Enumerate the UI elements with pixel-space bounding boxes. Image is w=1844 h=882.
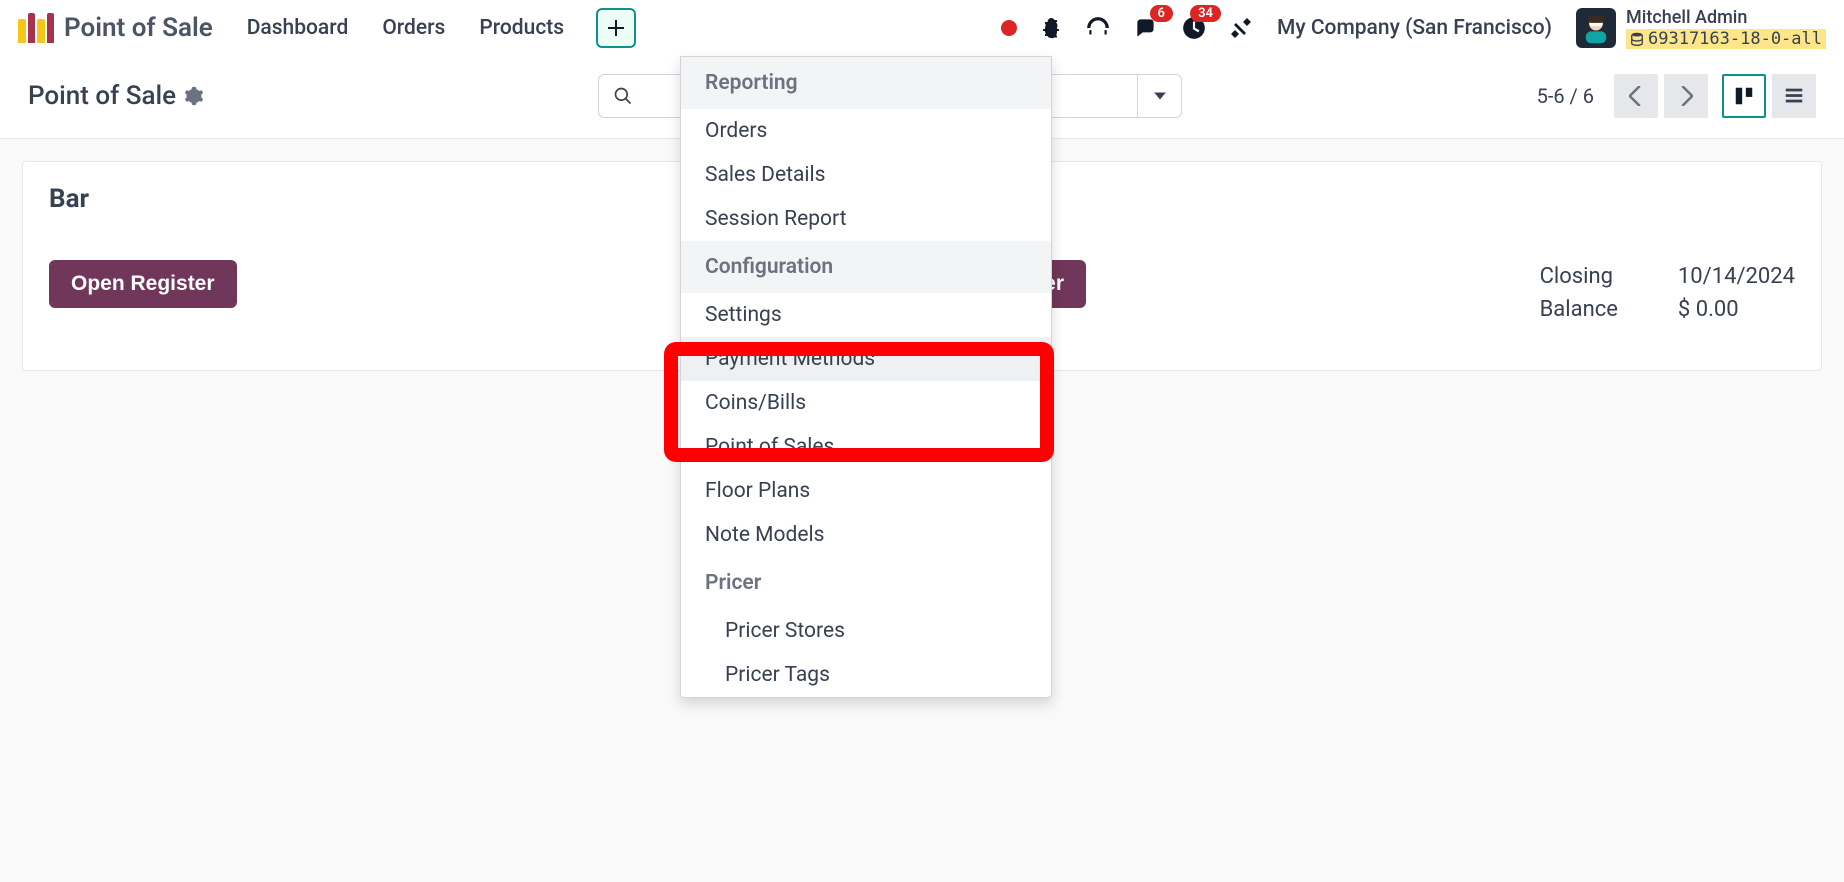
nav-links: Dashboard Orders Products <box>247 16 564 40</box>
tools-icon[interactable] <box>1229 16 1253 40</box>
pager-prev-button[interactable] <box>1614 74 1658 118</box>
menu-item-orders[interactable]: Orders <box>681 109 1051 153</box>
kanban-view-button[interactable] <box>1722 74 1766 118</box>
messaging-badge: 6 <box>1150 5 1173 22</box>
caret-down-icon <box>1153 89 1167 103</box>
balance-amount: $ 0.00 <box>1678 293 1795 326</box>
user-menu[interactable]: Mitchell Admin 69317163-18-0-all <box>1576 7 1826 49</box>
menu-item-floor-plans[interactable]: Floor Plans <box>681 469 1051 513</box>
search-icon <box>613 86 633 106</box>
nav-orders[interactable]: Orders <box>382 16 445 40</box>
messaging-icon[interactable]: 6 <box>1133 15 1159 41</box>
chevron-right-icon <box>1679 86 1693 106</box>
open-register-button[interactable]: Open Register <box>49 260 237 308</box>
kanban-icon <box>1733 85 1755 107</box>
card-stats: Closing Balance 10/14/2024 $ 0.00 <box>1540 260 1795 326</box>
support-icon[interactable] <box>1085 15 1111 41</box>
menu-section-reporting: Reporting <box>681 57 1051 109</box>
menu-section-pricer: Pricer <box>681 557 1051 609</box>
app-logo[interactable] <box>18 13 54 43</box>
menu-item-payment-methods[interactable]: Payment Methods <box>681 337 1051 381</box>
menu-item-note-models[interactable]: Note Models <box>681 513 1051 557</box>
card-title: PoS <box>958 184 1795 214</box>
nav-dashboard[interactable]: Dashboard <box>247 16 349 40</box>
menu-item-settings[interactable]: Settings <box>681 293 1051 337</box>
search-options-button[interactable] <box>1138 74 1182 118</box>
menu-item-point-of-sales[interactable]: Point of Sales <box>681 425 1051 469</box>
main-menu-dropdown: Reporting Orders Sales Details Session R… <box>680 56 1052 698</box>
company-switcher[interactable]: My Company (San Francisco) <box>1277 16 1552 40</box>
debug-icon[interactable] <box>1039 16 1063 40</box>
avatar <box>1576 8 1616 48</box>
breadcrumb: Point of Sale <box>28 81 204 111</box>
database-icon <box>1630 32 1644 46</box>
pager-counter[interactable]: 5-6 / 6 <box>1537 84 1594 108</box>
balance-label: Balance <box>1540 293 1618 326</box>
database-tag: 69317163-18-0-all <box>1626 29 1826 49</box>
nav-products[interactable]: Products <box>479 16 564 40</box>
activities-icon[interactable]: 34 <box>1181 15 1207 41</box>
status-icons: 6 34 <box>1001 15 1253 41</box>
menu-item-coins-bills[interactable]: Coins/Bills <box>681 381 1051 425</box>
menu-section-configuration: Configuration <box>681 241 1051 293</box>
new-record-button[interactable] <box>596 8 636 48</box>
list-icon <box>1783 85 1805 107</box>
chevron-left-icon <box>1629 86 1643 106</box>
menu-item-sales-details[interactable]: Sales Details <box>681 153 1051 197</box>
user-name: Mitchell Admin <box>1626 7 1826 29</box>
closing-date: 10/14/2024 <box>1678 260 1795 293</box>
plus-icon <box>606 18 626 38</box>
pos-card-pos[interactable]: PoS Register Closing Balance 10/14/2024 … <box>931 161 1822 371</box>
menu-item-pricer-tags[interactable]: Pricer Tags <box>681 653 1051 697</box>
activities-badge: 34 <box>1190 5 1221 22</box>
recording-indicator-icon <box>1001 20 1017 36</box>
menu-item-pricer-stores[interactable]: Pricer Stores <box>681 609 1051 653</box>
closing-label: Closing <box>1540 260 1618 293</box>
page-title: Point of Sale <box>28 81 176 111</box>
top-navbar: Point of Sale Dashboard Orders Products … <box>0 0 1844 56</box>
pager-next-button[interactable] <box>1664 74 1708 118</box>
app-title[interactable]: Point of Sale <box>64 13 213 43</box>
menu-item-session-report[interactable]: Session Report <box>681 197 1051 241</box>
list-view-button[interactable] <box>1772 74 1816 118</box>
database-name: 69317163-18-0-all <box>1648 29 1822 49</box>
gear-icon[interactable] <box>184 86 204 106</box>
